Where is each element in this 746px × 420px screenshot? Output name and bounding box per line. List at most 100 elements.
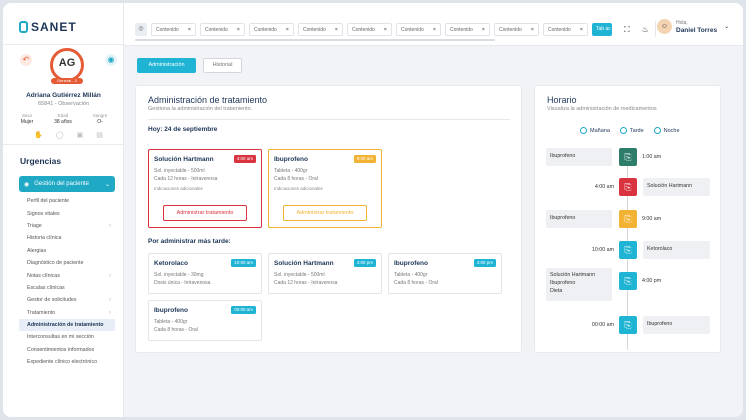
tab-strip: ◎ Contenido × Contenido × Contenido × Contenid… <box>135 23 612 36</box>
radio-button[interactable] <box>580 127 587 134</box>
back-icon[interactable]: ↶ <box>20 54 32 66</box>
sidebar-item[interactable]: Gestor de solicitudes › <box>19 294 115 306</box>
stat-value: O- <box>97 119 103 125</box>
drug-frequency: Cada 8 horas - Oral <box>154 327 198 333</box>
sidebar-item[interactable]: Diagnóstico de paciente <box>19 257 115 269</box>
divider <box>3 44 124 45</box>
tab-label: Contenido <box>450 26 473 33</box>
sidebar-item[interactable]: Triage › <box>19 220 115 232</box>
tab-item[interactable]: Contenido × <box>249 23 294 36</box>
sidebar-item-label: Signos vitales <box>27 210 60 217</box>
tab-item[interactable]: Contenido × <box>543 23 588 36</box>
close-icon[interactable]: × <box>384 27 387 33</box>
tab-label: Contenido <box>401 26 424 33</box>
close-icon[interactable]: × <box>433 27 436 33</box>
drug-frequency: Cada 8 horas - Oral <box>274 176 318 182</box>
tab-item[interactable]: Contenido × <box>494 23 539 36</box>
close-icon[interactable]: × <box>580 27 583 33</box>
eye-icon[interactable]: ◉ <box>105 54 117 66</box>
tab-label: Contenido <box>548 26 571 33</box>
tab-item[interactable]: Contenido × <box>200 23 245 36</box>
drug-frequency: Cada 12 horas - Intravenosa <box>154 176 218 182</box>
drug-name: Ibuprofeno <box>274 156 308 163</box>
close-icon[interactable]: × <box>335 27 338 33</box>
sidebar-item[interactable]: Notas clínicas › <box>19 269 115 281</box>
chevron-down-icon[interactable]: ⌄ <box>724 23 729 30</box>
tab-item[interactable]: Contenido × <box>298 23 343 36</box>
menu-label: Gestión del paciente <box>34 181 89 187</box>
sidebar-item[interactable]: Signos vitales <box>19 207 115 219</box>
tab-item[interactable]: Contenido × <box>396 23 441 36</box>
sidebar-item[interactable]: Perfil del paciente <box>19 195 115 207</box>
close-icon[interactable]: × <box>188 27 191 33</box>
schedule-time: 4:00 am <box>594 184 614 190</box>
administer-button[interactable]: Administrar tratamiento <box>283 205 367 221</box>
sidebar-item-label: Consentimientos informados <box>27 346 95 353</box>
treatment-card-current: Ibuprofeno 9:00 am Tableta - 400gr Cada 8 h… <box>268 149 382 228</box>
tab-active[interactable]: Tab ac <box>592 23 612 36</box>
sidebar-item[interactable]: Interconsultas en mi sección <box>19 331 115 343</box>
hand-icon[interactable]: ✋ <box>34 131 43 139</box>
additional-indications: Indicaciones adicionales <box>274 186 323 191</box>
stat-label: Sexo <box>21 113 33 118</box>
shift-option[interactable]: Tarde <box>619 127 644 134</box>
shift-option[interactable]: Mañana <box>580 127 610 134</box>
treatment-card-later: Solución Hartmann 4:00 pm Sol. inyectable … <box>268 253 382 294</box>
date-label: Hoy: 24 de septiembre <box>148 126 218 133</box>
later-label: Por administrar más tarde: <box>148 238 231 245</box>
drug-name: Ibuprofeno <box>154 307 188 314</box>
user-menu[interactable]: ☺ Hola, Daniel Torres ⌄ <box>657 19 729 34</box>
tab-label: Contenido <box>499 26 522 33</box>
schedule-entry: Ibuprofeno <box>546 210 612 228</box>
bell-icon[interactable]: ♨ <box>642 25 649 35</box>
treatment-card-later: Ketorolaco 10:00 am Sol. inyectable - 30mg… <box>148 253 262 294</box>
stat-label: Edad <box>57 113 69 118</box>
close-icon[interactable]: × <box>286 27 289 33</box>
drug-dose: Tableta - 400gr <box>274 168 308 174</box>
schedule-entry: Solución Hartmann Ibuprofeno Dieta <box>546 268 612 301</box>
stat-value: 38 años <box>54 119 72 125</box>
fullscreen-icon[interactable]: ⛶ <box>624 25 630 35</box>
sidebar-item[interactable]: Escalas clínicas <box>19 282 115 294</box>
tab-item[interactable]: Contenido × <box>151 23 196 36</box>
shift-option[interactable]: Noche <box>653 127 680 134</box>
sidebar-item-label: Administración de tratamiento <box>27 322 104 329</box>
sidebar-item[interactable]: Alergias <box>19 245 115 257</box>
drug-name: Ketorolaco <box>154 260 188 267</box>
tab-label: Contenido <box>205 26 228 33</box>
card-title: Administración de tratamiento <box>148 95 268 105</box>
menu-gestion-paciente[interactable]: ◉ Gestión del paciente ⌄ <box>19 176 115 192</box>
trash-icon[interactable]: ▤ <box>96 131 103 139</box>
sidebar-item-label: Interconsultas en mi sección <box>27 334 94 341</box>
radio-button[interactable] <box>619 127 627 134</box>
tab-historial[interactable]: Historial <box>203 58 242 73</box>
sidebar-item[interactable]: Expediente clínico electrónico <box>19 356 115 368</box>
sidebar-item[interactable]: Consentimientos informados <box>19 344 115 356</box>
pin-icon[interactable]: ◎ <box>135 23 147 36</box>
sidebar-item[interactable]: Tratamiento › <box>19 307 115 319</box>
sidebar-item-label: Escalas clínicas <box>27 284 65 291</box>
radio-button[interactable] <box>653 127 661 134</box>
tab-administracion[interactable]: Administración <box>137 58 196 73</box>
app-window: SANET ↶ ◉ AG General - 2 Adriana Gutiérr… <box>3 3 743 417</box>
sidebar-item[interactable]: Administración de tratamiento <box>19 318 115 332</box>
patient-name: Adriana Gutiérrez Millán <box>26 92 101 99</box>
tabs-scrollbar[interactable] <box>135 39 495 41</box>
administer-button[interactable]: Administrar tratamiento <box>163 205 247 221</box>
tab-item[interactable]: Contenido × <box>347 23 392 36</box>
user-icon: ◉ <box>24 181 30 188</box>
close-icon[interactable]: × <box>531 27 534 33</box>
drug-frequency: Cada 12 horas - Intravenosa <box>274 280 338 286</box>
tab-item[interactable]: Contenido × <box>445 23 490 36</box>
clipboard-icon: ⎘ <box>619 241 637 259</box>
drug-dose: Tableta - 400gr <box>394 272 428 278</box>
sidebar-item-label: Notas clínicas <box>27 272 60 279</box>
close-icon[interactable]: × <box>237 27 240 33</box>
chevron-right-icon: › <box>109 272 111 279</box>
document-icon[interactable]: ▣ <box>77 131 84 139</box>
close-icon[interactable]: × <box>482 27 485 33</box>
user-greeting: Hola, <box>676 19 688 26</box>
info-icon[interactable]: ◯ <box>56 131 64 139</box>
schedule-time: 4:00 pm <box>642 278 662 284</box>
sidebar-item[interactable]: Historia clínica <box>19 232 115 244</box>
